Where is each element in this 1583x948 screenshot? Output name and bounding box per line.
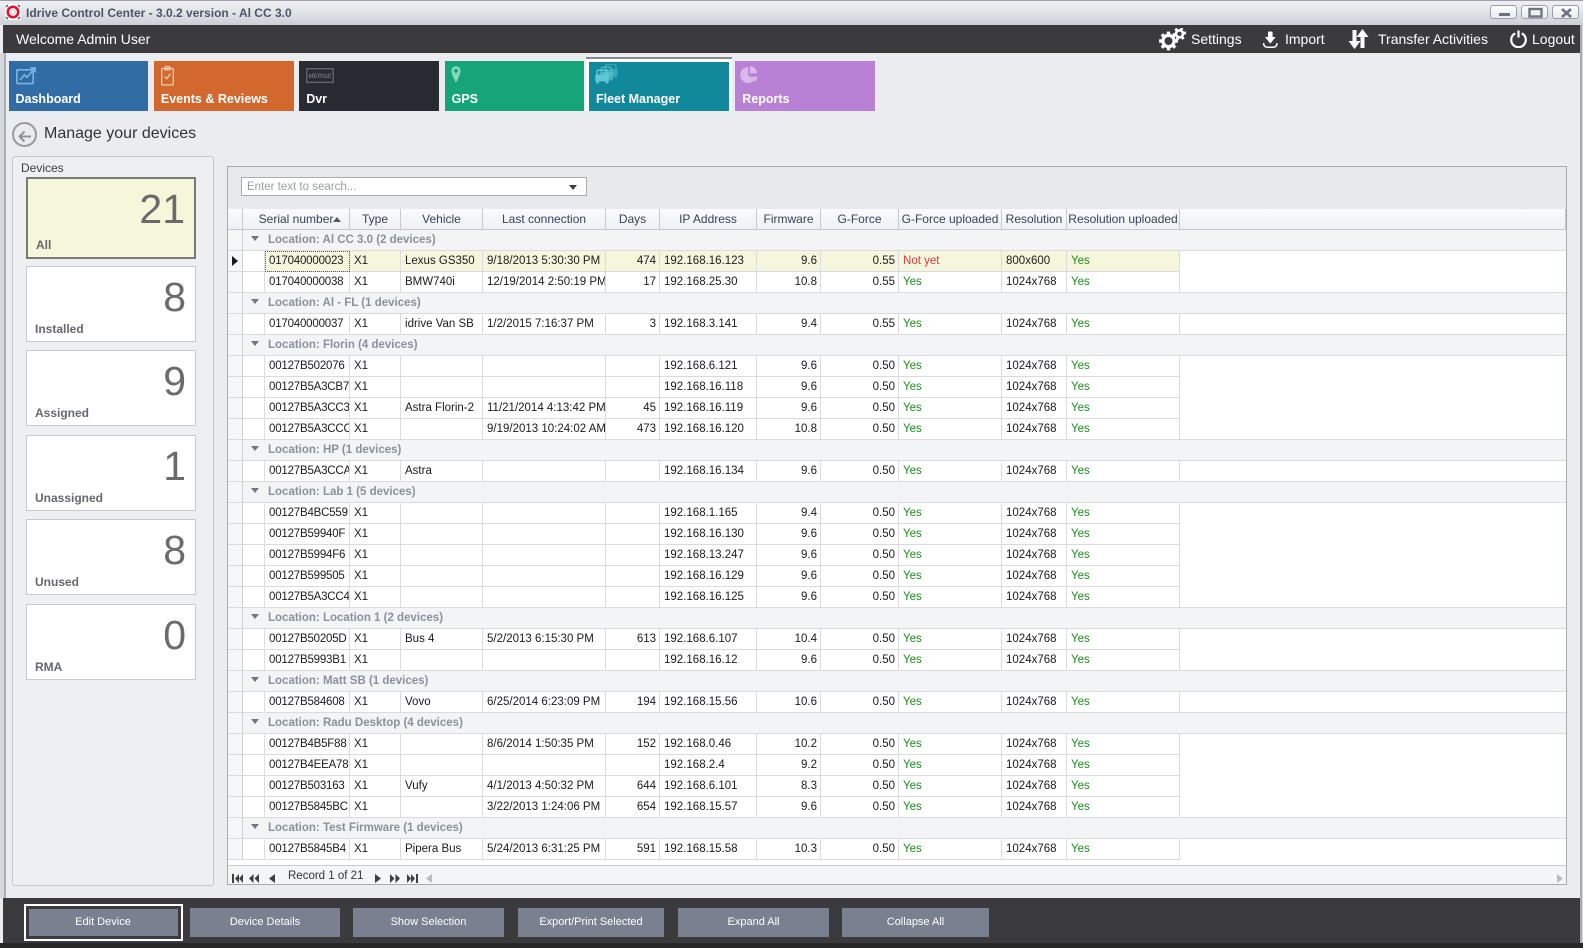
svg-text:MERGE: MERGE [308,73,332,80]
